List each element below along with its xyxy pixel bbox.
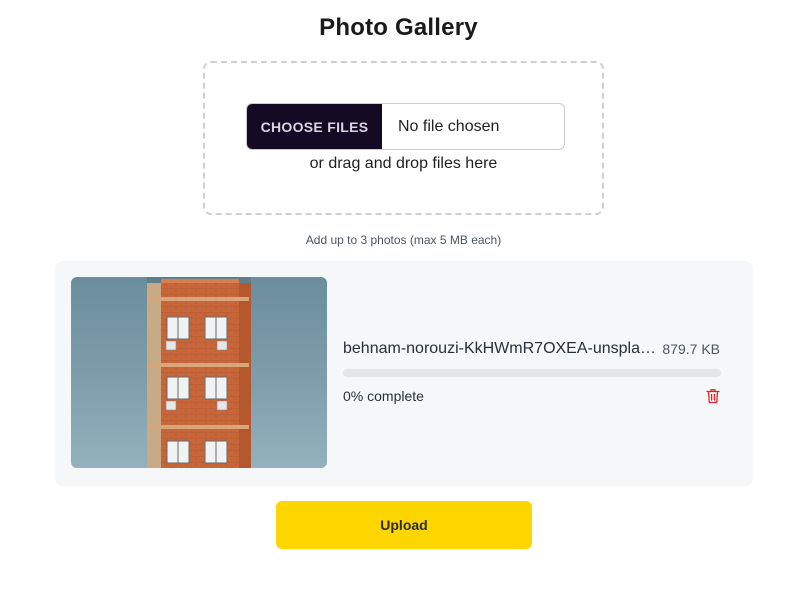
file-input[interactable]: CHOOSE FILES No file chosen xyxy=(246,103,565,150)
trash-icon xyxy=(706,389,720,404)
photo-gallery-page: Photo Gallery CHOOSE FILES No file chose… xyxy=(0,0,797,590)
building-photo xyxy=(147,277,251,468)
drag-drop-text: or drag and drop files here xyxy=(309,155,498,172)
file-status-text: No file chosen xyxy=(398,117,500,135)
upload-progress-bar xyxy=(343,369,721,377)
drop-zone[interactable]: CHOOSE FILES No file chosen or drag and … xyxy=(203,61,604,215)
delete-file-button[interactable] xyxy=(706,388,720,404)
file-thumbnail xyxy=(71,277,327,468)
choose-files-button[interactable]: CHOOSE FILES xyxy=(247,104,382,149)
upload-hint: Add up to 3 photos (max 5 MB each) xyxy=(305,233,502,247)
upload-button[interactable]: Upload xyxy=(276,501,532,549)
page-title: Photo Gallery xyxy=(319,14,478,41)
file-item-card: behnam-norouzi-KkHWmR7OXEA-unsplash.jpg … xyxy=(55,261,753,486)
file-name: behnam-norouzi-KkHWmR7OXEA-unsplash.jpg xyxy=(343,340,659,357)
file-size: 879.7 KB xyxy=(662,341,720,357)
progress-text: 0% complete xyxy=(343,388,424,404)
